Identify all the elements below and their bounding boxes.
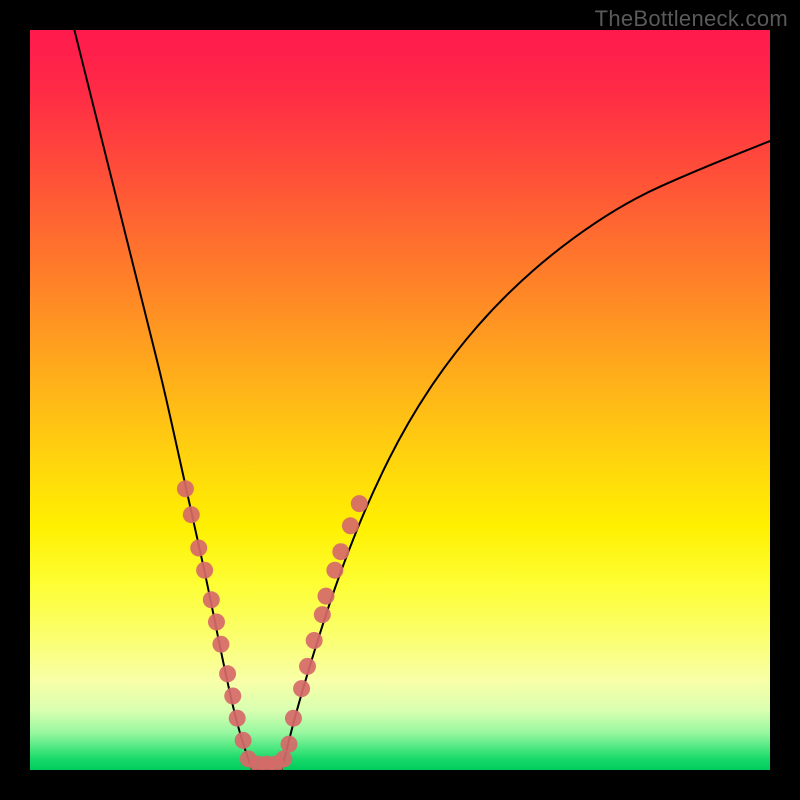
marker-right-markers-7 <box>326 562 343 579</box>
marker-left-markers-8 <box>224 688 241 705</box>
marker-right-markers-8 <box>332 543 349 560</box>
marker-right-markers-2 <box>293 680 310 697</box>
plot-area <box>30 30 770 770</box>
marker-right-markers-6 <box>318 588 335 605</box>
marker-left-markers-7 <box>219 665 236 682</box>
marker-right-markers-3 <box>299 658 316 675</box>
series-left-curve <box>74 30 252 770</box>
marker-right-markers-9 <box>342 517 359 534</box>
marker-left-markers-5 <box>208 614 225 631</box>
marker-left-markers-9 <box>229 710 246 727</box>
marker-left-markers-0 <box>177 480 194 497</box>
marker-left-markers-2 <box>190 540 207 557</box>
marker-right-markers-1 <box>285 710 302 727</box>
marker-left-markers-1 <box>183 506 200 523</box>
marker-right-markers-10 <box>351 495 368 512</box>
marker-right-markers-5 <box>314 606 331 623</box>
marker-right-markers-0 <box>281 736 298 753</box>
marker-right-markers-4 <box>306 632 323 649</box>
marker-left-markers-6 <box>212 636 229 653</box>
chart-frame: TheBottleneck.com <box>0 0 800 800</box>
marker-valley-markers-4 <box>275 750 292 767</box>
marker-left-markers-4 <box>203 591 220 608</box>
watermark-text: TheBottleneck.com <box>595 6 788 32</box>
series-right-curve <box>282 141 770 770</box>
curve-svg <box>30 30 770 770</box>
marker-left-markers-3 <box>196 562 213 579</box>
marker-left-markers-10 <box>235 732 252 749</box>
